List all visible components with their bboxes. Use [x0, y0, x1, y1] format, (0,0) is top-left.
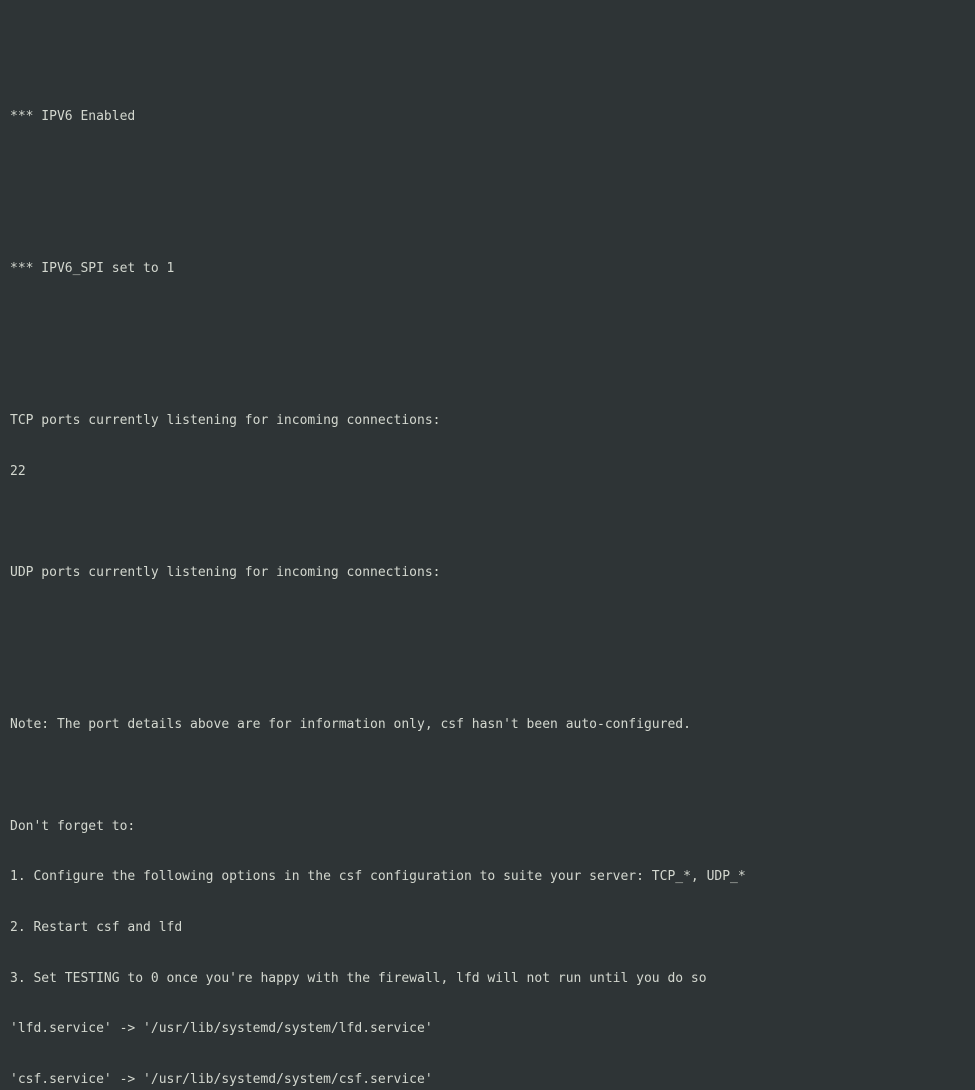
output-line: [10, 515, 965, 532]
output-line: Note: The port details above are for inf…: [10, 717, 965, 734]
output-line: 2. Restart csf and lfd: [10, 920, 965, 937]
output-line: [10, 312, 965, 329]
terminal-output: *** IPV6 Enabled *** IPV6_SPI set to 1 T…: [10, 76, 965, 1090]
output-line: UDP ports currently listening for incomi…: [10, 565, 965, 582]
output-line: Don't forget to:: [10, 819, 965, 836]
output-line: [10, 768, 965, 785]
output-line: [10, 363, 965, 380]
output-line: [10, 211, 965, 228]
output-line: *** IPV6_SPI set to 1: [10, 261, 965, 278]
output-line: [10, 616, 965, 633]
output-line: 'csf.service' -> '/usr/lib/systemd/syste…: [10, 1072, 965, 1089]
output-line: 22: [10, 464, 965, 481]
output-line: 3. Set TESTING to 0 once you're happy wi…: [10, 971, 965, 988]
output-line: [10, 667, 965, 684]
output-line: *** IPV6 Enabled: [10, 109, 965, 126]
output-line: 1. Configure the following options in th…: [10, 869, 965, 886]
output-line: [10, 160, 965, 177]
output-line: 'lfd.service' -> '/usr/lib/systemd/syste…: [10, 1021, 965, 1038]
output-line: TCP ports currently listening for incomi…: [10, 413, 965, 430]
